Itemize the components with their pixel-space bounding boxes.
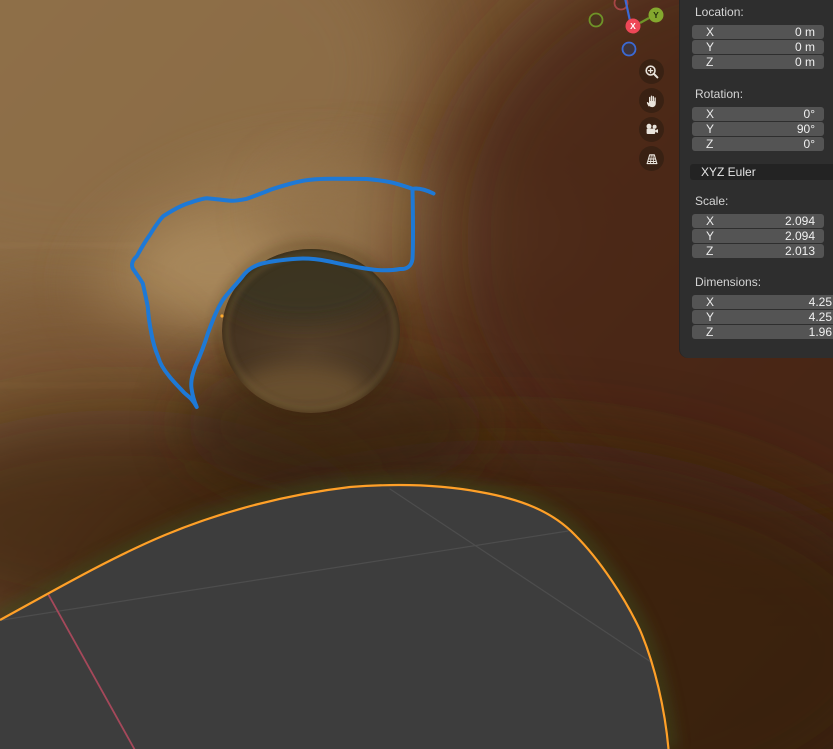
- pan-button[interactable]: [639, 88, 664, 113]
- field-dimensions-z[interactable]: Z 1.96: [692, 325, 833, 339]
- axis-label: Z: [706, 137, 714, 151]
- zoom-icon: [644, 64, 658, 78]
- axis-value: 4.25: [808, 310, 832, 324]
- grid-icon: [646, 153, 657, 164]
- field-location-y[interactable]: Y 0 m: [692, 40, 824, 54]
- axis-value: 2.013: [784, 244, 815, 258]
- location-section-label: Location:: [695, 5, 744, 19]
- field-rotation-y[interactable]: Y 90°: [692, 122, 824, 136]
- axis-label: Y: [706, 122, 715, 136]
- camera-view-button[interactable]: [639, 117, 664, 142]
- axis-label: Y: [706, 229, 715, 243]
- gizmo-axis-neg-y-ball[interactable]: [588, 12, 604, 28]
- camera-icon: [646, 123, 658, 134]
- axis-label: X: [706, 25, 715, 39]
- gizmo-y-label: Y: [653, 10, 659, 20]
- gizmo-x-label: X: [630, 21, 636, 31]
- field-location-x[interactable]: X 0 m: [692, 25, 824, 39]
- blender-3d-viewport[interactable]: X Y Location: X 0 m Y 0 m Z 0 m Rotation…: [0, 0, 833, 749]
- rotation-section-label: Rotation:: [695, 87, 744, 101]
- axis-label: Z: [706, 325, 714, 339]
- axis-value: 2.094: [784, 229, 815, 243]
- axis-value: 2.094: [784, 214, 815, 228]
- perspective-grid-button[interactable]: [639, 146, 664, 171]
- axis-value: 0 m: [794, 40, 815, 54]
- axis-label: Z: [706, 55, 714, 69]
- axis-value: 0 m: [794, 55, 815, 69]
- field-location-z[interactable]: Z 0 m: [692, 55, 824, 69]
- axis-value: 90°: [796, 122, 815, 136]
- axis-value: 0 m: [794, 25, 815, 39]
- gizmo-axis-neg-z-ball[interactable]: [621, 41, 637, 57]
- axis-label: Y: [706, 40, 715, 54]
- axis-label: Y: [706, 310, 715, 324]
- axis-label: X: [706, 295, 715, 309]
- hand-icon: [646, 95, 656, 107]
- field-dimensions-x[interactable]: X 4.25: [692, 295, 833, 309]
- field-scale-z[interactable]: Z 2.013: [692, 244, 824, 258]
- sidebar-n-panel[interactable]: Location: X 0 m Y 0 m Z 0 m Rotation: X …: [679, 0, 833, 358]
- zoom-button[interactable]: [639, 59, 664, 84]
- axis-value: 0°: [803, 107, 815, 121]
- dimensions-section-label: Dimensions:: [695, 275, 762, 289]
- brush-cursor-dot: [220, 314, 224, 318]
- axis-label: X: [706, 107, 715, 121]
- field-rotation-z[interactable]: Z 0°: [692, 137, 824, 151]
- axis-value: 4.25: [808, 295, 832, 309]
- scale-section-label: Scale:: [695, 194, 729, 208]
- rotation-mode-dropdown[interactable]: XYZ Euler: [690, 164, 833, 180]
- field-dimensions-y[interactable]: Y 4.25: [692, 310, 833, 324]
- field-rotation-x[interactable]: X 0°: [692, 107, 824, 121]
- axis-value: 1.96: [808, 325, 832, 339]
- field-scale-x[interactable]: X 2.094: [692, 214, 824, 228]
- axis-value: 0°: [803, 137, 815, 151]
- axis-label: Z: [706, 244, 714, 258]
- axis-label: X: [706, 214, 715, 228]
- field-scale-y[interactable]: Y 2.094: [692, 229, 824, 243]
